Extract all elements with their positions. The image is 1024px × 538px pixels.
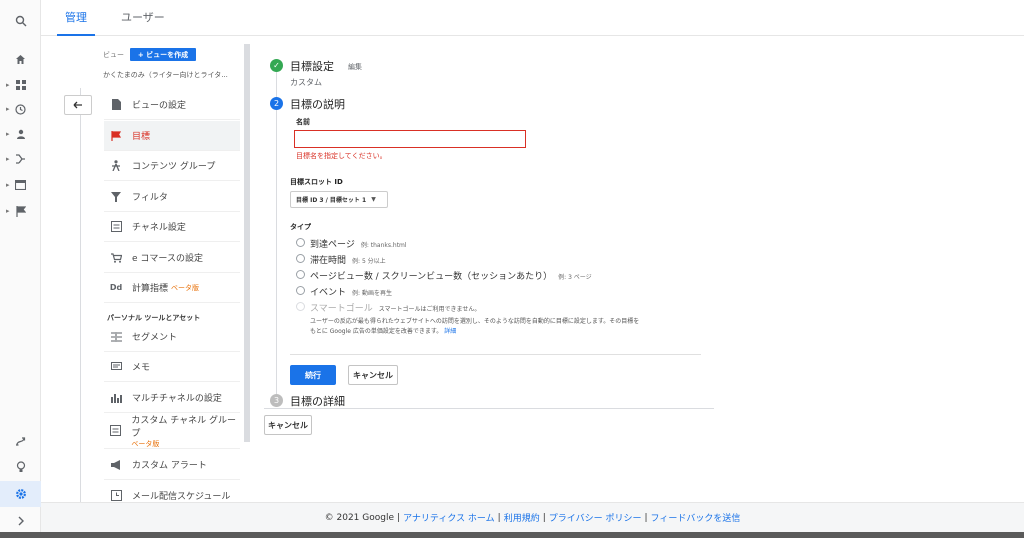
footer-link-feedback[interactable]: フィードバックを送信 bbox=[651, 511, 741, 524]
expand-caret-icon: ▸ bbox=[6, 207, 10, 215]
nav-item-view-settings[interactable]: ビューの設定 bbox=[104, 90, 240, 120]
step2-number: 2 bbox=[270, 97, 283, 110]
acquisition-icon[interactable]: ▸ bbox=[0, 146, 41, 172]
clock-icon bbox=[108, 488, 124, 502]
window-bottom-edge bbox=[0, 532, 1024, 538]
footer-link-privacy[interactable]: プライバシー ポリシー bbox=[549, 511, 642, 524]
learn-more-link[interactable]: 詳細 bbox=[444, 328, 456, 335]
expand-caret-icon: ▸ bbox=[6, 181, 10, 189]
audience-icon[interactable]: ▸ bbox=[0, 121, 41, 147]
step1-edit-link[interactable]: 編集 bbox=[348, 62, 362, 72]
option-pages-per-session[interactable]: ページビュー数 / スクリーンビュー数（セッションあたり） 例: 3 ページ bbox=[310, 269, 592, 282]
radio-destination[interactable] bbox=[296, 238, 305, 247]
home-icon[interactable] bbox=[0, 46, 41, 72]
document-icon bbox=[108, 98, 124, 112]
cart-icon bbox=[108, 251, 124, 265]
person-walk-icon bbox=[108, 159, 124, 173]
step3-number: 3 bbox=[270, 394, 283, 407]
megaphone-icon bbox=[108, 458, 124, 472]
beta-badge: ベータ版 bbox=[171, 283, 200, 292]
left-rail: ▸ ▸ ▸ ▸ ▸ ▸ bbox=[0, 0, 41, 538]
nav-item-label: カスタム チャネル グループ bbox=[131, 415, 237, 439]
channel-icon bbox=[108, 220, 124, 234]
goal-name-input[interactable] bbox=[294, 130, 526, 148]
slot-id-label: 目標スロット ID bbox=[290, 178, 343, 186]
option-destination[interactable]: 到達ページ 例: thanks.html bbox=[310, 237, 407, 250]
expand-caret-icon: ▸ bbox=[6, 155, 10, 163]
nav-item-filters[interactable]: フィルタ bbox=[104, 182, 240, 212]
step1-value: カスタム bbox=[290, 78, 322, 87]
option-event[interactable]: イベント 例: 動画を再生 bbox=[310, 285, 392, 298]
back-button[interactable] bbox=[64, 95, 92, 115]
nav-item-channel-settings[interactable]: チャネル設定 bbox=[104, 212, 240, 242]
expand-caret-icon: ▸ bbox=[6, 105, 10, 113]
conversions-icon[interactable]: ▸ bbox=[0, 198, 41, 224]
nav-item-custom-alerts[interactable]: カスタム アラート bbox=[104, 450, 240, 480]
name-label: 名前 bbox=[296, 118, 310, 126]
view-label: ビュー bbox=[103, 51, 124, 59]
smart-goal-description: ユーザーの反応が最も得られたウェブサイトへの訪問を選別し、そのような訪問を自動的… bbox=[310, 318, 640, 335]
name-error-text: 目標名を指定してください。 bbox=[296, 152, 387, 160]
type-label: タイプ bbox=[290, 223, 311, 231]
radio-pages-per-session[interactable] bbox=[296, 270, 305, 279]
step2-title: 目標の説明 bbox=[290, 98, 345, 111]
search-icon[interactable] bbox=[0, 8, 41, 34]
footer: © 2021 Google | アナリティクス ホーム | 利用規約 | プライ… bbox=[41, 502, 1024, 532]
memo-icon bbox=[108, 360, 124, 374]
slot-id-dropdown[interactable]: 目標 ID 3 / 目標セット 1 ▼ bbox=[290, 191, 388, 208]
dropdown-arrow-icon: ▼ bbox=[371, 196, 376, 203]
nav-item-calculated-metrics[interactable]: Dd 計算指標 ベータ版 bbox=[104, 273, 240, 303]
customization-icon[interactable]: ▸ bbox=[0, 72, 41, 98]
tab-users[interactable]: ユーザー bbox=[121, 0, 165, 36]
flag-icon bbox=[108, 129, 124, 143]
nav-item-segments[interactable]: セグメント bbox=[104, 322, 240, 352]
admin-gear-icon[interactable] bbox=[0, 481, 41, 507]
nav-item-multichannel-settings[interactable]: マルチチャネルの設定 bbox=[104, 383, 240, 413]
continue-button[interactable]: 続行 bbox=[290, 365, 336, 385]
expand-caret-icon: ▸ bbox=[6, 130, 10, 138]
nav-item-goals[interactable]: 目標 bbox=[104, 121, 240, 151]
nav-item-content-grouping[interactable]: コンテンツ グループ bbox=[104, 151, 240, 181]
option-smart-goal: スマートゴール スマートゴールはご利用できません。 bbox=[310, 304, 481, 314]
admin-header: 管理 ユーザー bbox=[41, 0, 1024, 36]
beta-badge: ベータ版 bbox=[131, 439, 160, 448]
steps-timeline bbox=[276, 72, 277, 402]
nav-divider bbox=[80, 88, 81, 502]
outer-cancel-button[interactable]: キャンセル bbox=[264, 415, 312, 435]
calculated-metric-icon: Dd bbox=[109, 283, 123, 292]
radio-duration[interactable] bbox=[296, 254, 305, 263]
footer-copyright: © 2021 Google bbox=[324, 512, 395, 523]
bar-chart-icon bbox=[108, 391, 124, 405]
tab-admin[interactable]: 管理 bbox=[57, 0, 95, 36]
back-arrow-icon bbox=[73, 101, 82, 109]
nav-item-ecommerce-settings[interactable]: e コマースの設定 bbox=[104, 243, 240, 273]
footer-link-terms[interactable]: 利用規約 bbox=[504, 511, 540, 524]
create-view-button[interactable]: + ビューを作成 bbox=[130, 48, 196, 61]
step3-title: 目標の詳細 bbox=[290, 395, 345, 408]
step3-divider bbox=[264, 408, 714, 409]
segment-icon bbox=[108, 330, 124, 344]
nav-item-custom-channel-grouping[interactable]: カスタム チャネル グループ ベータ版 bbox=[104, 413, 240, 449]
nav-item-annotations[interactable]: メモ bbox=[104, 352, 240, 382]
view-selector[interactable]: かくたまのみ（ライター向けとライタ... bbox=[103, 70, 243, 80]
option-duration[interactable]: 滞在時間 例: 5 分以上 bbox=[310, 253, 386, 266]
realtime-icon[interactable]: ▸ bbox=[0, 96, 41, 122]
nav-scrollbar[interactable] bbox=[244, 44, 250, 442]
attribution-icon[interactable] bbox=[0, 428, 41, 454]
behavior-icon[interactable]: ▸ bbox=[0, 172, 41, 198]
step-complete-check-icon: ✓ bbox=[270, 59, 283, 72]
expand-caret-icon: ▸ bbox=[6, 81, 10, 89]
channel-group-icon bbox=[108, 424, 123, 438]
cancel-button[interactable]: キャンセル bbox=[348, 365, 398, 385]
step1-title: 目標設定 bbox=[290, 60, 334, 73]
footer-link-analytics-home[interactable]: アナリティクス ホーム bbox=[403, 511, 495, 524]
radio-smart-goal bbox=[296, 302, 305, 311]
expand-chevron-icon[interactable] bbox=[0, 508, 41, 534]
discover-icon[interactable] bbox=[0, 454, 41, 480]
radio-event[interactable] bbox=[296, 286, 305, 295]
filter-icon bbox=[108, 190, 124, 204]
form-divider bbox=[290, 354, 701, 355]
